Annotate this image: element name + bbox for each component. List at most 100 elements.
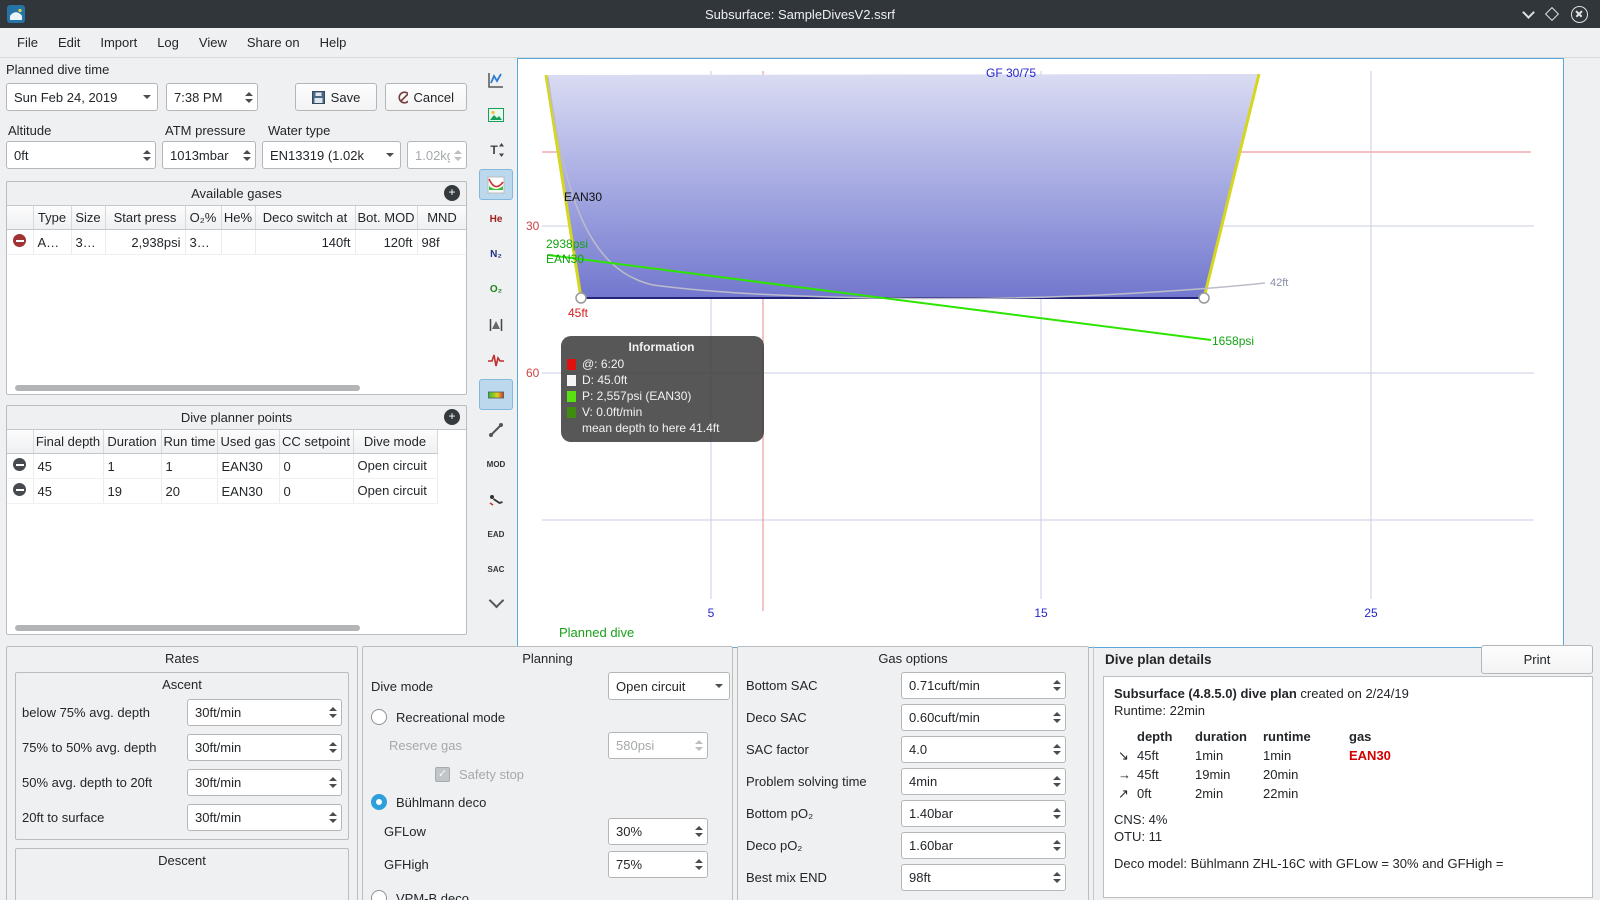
point-duration-cell[interactable]: 19 — [103, 478, 162, 504]
problem-time-spinner[interactable]: 4min — [901, 767, 1066, 795]
menu-file[interactable]: File — [8, 31, 47, 54]
point-gas-cell[interactable]: EAN30 — [217, 453, 280, 479]
vpmb-deco-radio[interactable] — [371, 890, 387, 900]
ascent-group: Ascent below 75% avg. depth 30ft/min 75%… — [15, 672, 349, 840]
recreational-mode-radio[interactable] — [371, 709, 387, 725]
point-runtime-cell[interactable]: 20 — [161, 478, 218, 504]
point-setpoint-cell[interactable]: 0 — [279, 478, 354, 504]
point-duration-cell[interactable]: 1 — [103, 453, 162, 479]
close-icon[interactable] — [1571, 5, 1588, 23]
scroll-down-icon[interactable] — [488, 592, 504, 609]
ascent-rate-75-spinner[interactable]: 30ft/min — [187, 699, 342, 726]
point-mode-cell[interactable]: Open circuit — [353, 478, 438, 504]
gas-botmod-cell[interactable]: 120ft — [355, 229, 418, 255]
temperature-icon[interactable]: T — [479, 134, 513, 165]
altitude-spinner[interactable]: 0ft — [6, 141, 156, 169]
available-gases-title: Available gases — [191, 186, 282, 201]
plan-segment-row: ↗ 0ft 2min 22min — [1118, 786, 1299, 801]
gf-label: GF 30/75 — [986, 66, 1036, 80]
ascent-rate-20ft-spinner[interactable]: 30ft/min — [187, 769, 342, 796]
gases-col-decoswitch: Deco switch at — [255, 206, 356, 230]
menu-import[interactable]: Import — [91, 31, 146, 54]
profile-handle[interactable] — [1198, 292, 1210, 304]
point-runtime-cell[interactable]: 1 — [161, 453, 218, 479]
add-gas-button[interactable]: + — [444, 185, 460, 201]
points-horizontal-scrollbar[interactable] — [15, 625, 360, 631]
plan-segment-row: ↘ 45ft 1min 1min EAN30 — [1118, 748, 1391, 763]
maximize-icon[interactable] — [1544, 6, 1560, 22]
tank-pressure-icon[interactable] — [479, 379, 513, 410]
points-col-gas: Used gas — [217, 430, 280, 454]
point-mode-cell[interactable]: Open circuit — [353, 453, 438, 479]
delete-gas-icon[interactable] — [13, 234, 27, 247]
tooltip-mean-depth: mean depth to here 41.4ft — [582, 421, 720, 435]
rates-group: Rates Ascent below 75% avg. depth 30ft/m… — [6, 646, 358, 900]
point-gas-cell[interactable]: EAN30 — [217, 478, 280, 504]
point-depth-cell[interactable]: 45 — [33, 453, 104, 479]
ceiling-icon[interactable] — [479, 169, 513, 200]
gas-o2-cell[interactable]: 3… — [185, 229, 222, 255]
deco-sac-label: Deco SAC — [746, 709, 807, 725]
gas-type-cell[interactable]: A… — [33, 229, 72, 255]
ascent-rate-50-spinner[interactable]: 30ft/min — [187, 734, 342, 761]
menu-view[interactable]: View — [190, 31, 236, 54]
gfhigh-spinner[interactable]: 75% — [608, 850, 708, 878]
gas-startpress-cell[interactable]: 2,938psi — [105, 229, 186, 255]
ruler-icon[interactable] — [479, 414, 513, 445]
atm-pressure-spinner[interactable]: 1013mbar — [162, 141, 256, 169]
mod-icon[interactable]: MOD — [479, 449, 513, 480]
chevron-down-icon — [143, 95, 151, 99]
pp-n2-icon[interactable]: N₂ — [479, 239, 513, 270]
menu-log[interactable]: Log — [148, 31, 188, 54]
menu-edit[interactable]: Edit — [49, 31, 89, 54]
minimize-icon[interactable] — [1522, 5, 1535, 19]
chevron-down-icon — [715, 684, 723, 688]
heart-rate-icon[interactable] — [479, 344, 513, 375]
profile-handle[interactable] — [575, 292, 587, 304]
diver-icon[interactable] — [479, 484, 513, 515]
chevron-down-icon — [386, 153, 394, 157]
sac-factor-spinner[interactable]: 4.0 — [901, 735, 1066, 763]
print-button[interactable]: Print — [1481, 644, 1593, 674]
profile-info-tooltip[interactable]: Information @: 6:20 D: 45.0ft P: 2,557ps… — [561, 336, 764, 442]
gas-he-cell[interactable] — [221, 229, 256, 255]
ead-icon[interactable]: EAD — [479, 519, 513, 550]
point-depth-cell[interactable]: 45 — [33, 478, 104, 504]
bottom-po2-spinner[interactable]: 1.40bar — [901, 799, 1066, 827]
menu-help[interactable]: Help — [311, 31, 356, 54]
pp-o2-icon[interactable]: O₂ — [479, 274, 513, 305]
planning-title: Planning — [522, 651, 573, 666]
buhlmann-deco-radio[interactable] — [371, 794, 387, 810]
save-button[interactable]: Save — [295, 83, 377, 111]
profile-scale-icon[interactable] — [479, 64, 513, 95]
ascent-rate-surface-spinner[interactable]: 30ft/min — [187, 804, 342, 831]
menu-share-on[interactable]: Share on — [238, 31, 309, 54]
deco-sac-spinner[interactable]: 0.60cuft/min — [901, 703, 1066, 731]
dive-date-select[interactable]: Sun Feb 24, 2019 — [6, 83, 158, 111]
gas-decoswitch-cell[interactable]: 140ft — [255, 229, 356, 255]
gas-size-cell[interactable]: 3… — [71, 229, 106, 255]
dive-time-spinner[interactable]: 7:38 PM — [166, 83, 258, 111]
planned-dive-caption: Planned dive — [559, 625, 634, 640]
gases-horizontal-scrollbar[interactable] — [15, 385, 360, 391]
delete-point-icon[interactable] — [13, 458, 27, 471]
sac-icon[interactable]: SAC — [479, 554, 513, 585]
end-pressure-label: 1658psi — [1212, 334, 1254, 348]
water-type-select[interactable]: EN13319 (1.02k — [262, 141, 401, 169]
delete-point-icon[interactable] — [13, 483, 27, 496]
best-mix-end-spinner[interactable]: 98ft — [901, 863, 1066, 891]
gflow-spinner[interactable]: 30% — [608, 817, 708, 845]
photos-icon[interactable] — [479, 99, 513, 130]
gas-mnd-cell[interactable]: 98f — [417, 229, 466, 255]
available-gases-group: Available gases + Type Size Start press … — [6, 181, 467, 395]
cancel-button[interactable]: Cancel — [385, 83, 467, 111]
bottom-sac-spinner[interactable]: 0.71cuft/min — [901, 671, 1066, 699]
point-setpoint-cell[interactable]: 0 — [279, 453, 354, 479]
dive-mode-select[interactable]: Open circuit — [608, 672, 730, 700]
deco-po2-spinner[interactable]: 1.60bar — [901, 831, 1066, 859]
pp-he-icon[interactable]: He — [479, 204, 513, 235]
speed-chip — [567, 406, 576, 418]
add-point-button[interactable]: + — [444, 409, 460, 425]
points-col-mode: Dive mode — [353, 430, 438, 454]
tissues-icon[interactable] — [479, 309, 513, 340]
